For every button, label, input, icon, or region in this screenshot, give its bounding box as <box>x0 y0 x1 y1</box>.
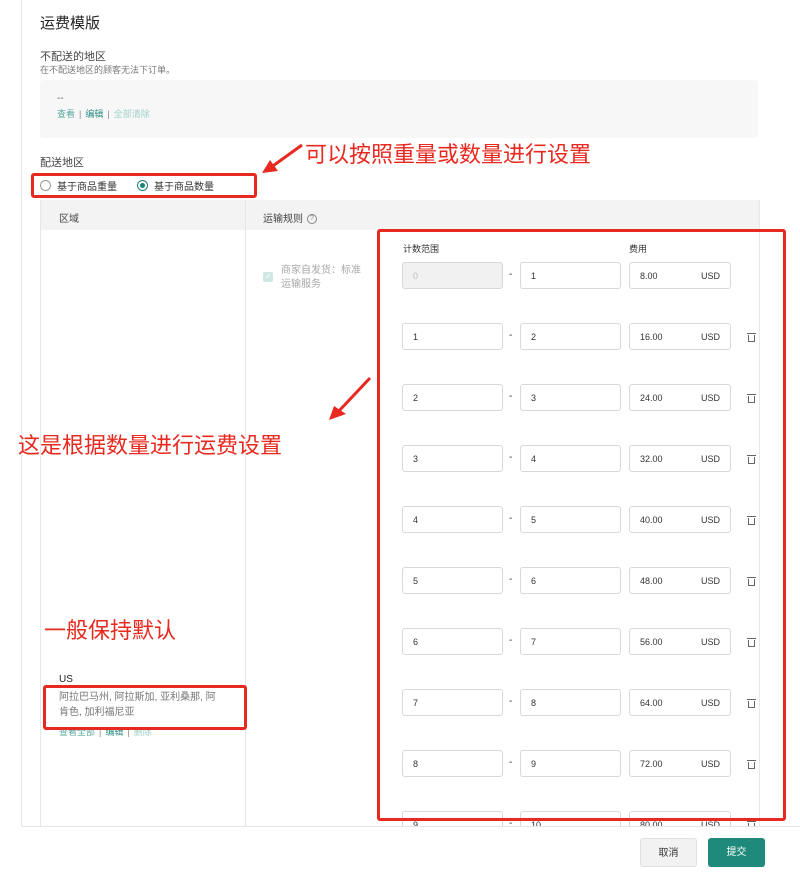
annotation-box-rates <box>377 229 786 821</box>
annotation-text-2: 这是根据数量进行运费设置 <box>18 433 283 458</box>
annotation-text-1: 可以按照重量或数量进行设置 <box>305 142 592 167</box>
excluded-regions-placeholder: -- <box>57 93 64 104</box>
excluded-regions-links: 查看 | 编辑 | 全部清除 <box>57 107 150 120</box>
view-link[interactable]: 查看 <box>57 109 75 119</box>
annotation-text-3: 一般保持默认 <box>44 618 177 643</box>
footer-bar: 取消 提交 <box>21 826 800 882</box>
region-column-header: 区域 <box>59 214 79 225</box>
link-separator: | <box>107 109 110 119</box>
merchant-service-line-2: 运输服务 <box>281 279 321 290</box>
region-code: US <box>59 674 73 685</box>
rules-column-header: 运输规则? <box>263 210 317 225</box>
cancel-button[interactable]: 取消 <box>640 838 697 867</box>
submit-button[interactable]: 提交 <box>708 838 765 867</box>
merchant-service-line-1: 商家自发货：标准 <box>281 265 361 276</box>
shipping-region-label: 配送地区 <box>40 157 84 169</box>
rules-column-header-text: 运输规则 <box>263 214 303 225</box>
link-separator: | <box>79 109 82 119</box>
annotation-arrow-icon <box>329 376 372 420</box>
info-icon[interactable]: ? <box>307 214 317 225</box>
annotation-box-region <box>43 685 247 730</box>
column-divider <box>245 200 246 840</box>
excluded-regions-box: -- 查看 | 编辑 | 全部清除 <box>40 80 758 138</box>
exclude-section-hint: 在不配送地区的顾客无法下订单。 <box>40 65 176 75</box>
checkbox-checked-icon[interactable]: ✓ <box>263 272 273 282</box>
exclude-section-label: 不配送的地区 <box>40 51 106 63</box>
edit-link[interactable]: 编辑 <box>85 109 103 119</box>
annotation-box-radio <box>31 173 257 198</box>
annotation-arrow-icon <box>262 143 303 173</box>
merchant-service-option: ✓ 商家自发货：标准 运输服务 <box>263 264 373 292</box>
clear-all-link[interactable]: 全部清除 <box>114 109 150 119</box>
page-title: 运费模版 <box>40 15 101 32</box>
table-header: 区域 运输规则? <box>41 200 759 230</box>
